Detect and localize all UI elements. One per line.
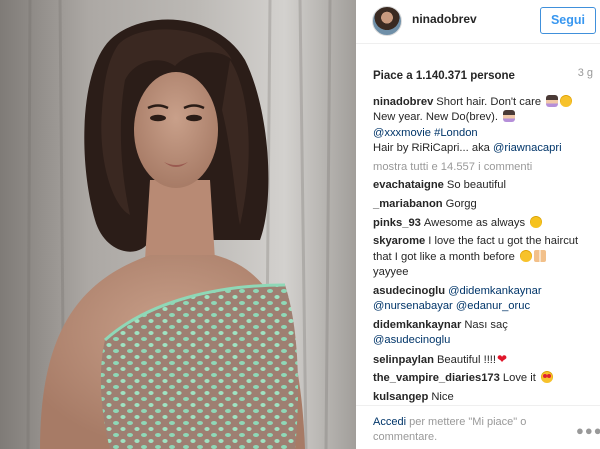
hashtag-link[interactable]: #London — [434, 127, 478, 139]
caption-line2: New year. New Do(brev). — [373, 111, 498, 124]
post-footer: Accedi per mettere "Mi piace" o commenta… — [356, 405, 600, 449]
comment-text: Beautiful !!!! — [436, 353, 497, 366]
login-prompt: Accedi per mettere "Mi piace" o commenta… — [373, 415, 563, 445]
smile-emoji-icon — [560, 95, 573, 107]
comment: evachataigne So beautiful — [373, 178, 593, 193]
mention-link[interactable]: @xxxmovie — [373, 127, 431, 139]
post-side-panel: ninadobrev Segui Piace a 1.140.371 perso… — [356, 0, 600, 449]
victory-hand-icon — [533, 249, 546, 262]
comment: kulsangep Nice — [373, 390, 593, 405]
follow-button[interactable]: Segui — [540, 7, 596, 34]
comment-text: Gorgg — [445, 198, 477, 210]
caption-line1: Short hair. Don't care — [436, 96, 542, 108]
heart-icon: ❤ — [497, 351, 508, 366]
comment-username[interactable]: pinks_93 — [373, 217, 421, 229]
post-time[interactable]: 3 g — [578, 67, 593, 79]
tongue-emoji-icon — [519, 249, 532, 262]
comment-username[interactable]: _mariabanon — [373, 198, 443, 210]
comment: skyarome I love the fact u got the haircu… — [373, 234, 593, 280]
woman-emoji-icon — [546, 95, 559, 107]
woman-emoji-icon — [503, 110, 516, 123]
username-link[interactable]: ninadobrev — [412, 12, 477, 26]
likes-count[interactable]: Piace a 1.140.371 persone — [373, 70, 515, 82]
mention-link[interactable]: @edanur_oruc — [456, 300, 530, 312]
caption-hair-by: Hair by RiRiCapri... aka — [373, 142, 490, 155]
caption-username[interactable]: ninadobrev — [373, 96, 433, 108]
mention-link[interactable]: @nursenabayar — [373, 300, 453, 312]
mention-link[interactable]: @riawnacapri — [493, 142, 562, 154]
comment-username[interactable]: the_vampire_diaries173 — [373, 372, 500, 384]
heart-eyes-emoji-icon — [540, 371, 553, 384]
comment-text: Awesome as always — [423, 216, 526, 229]
more-options-icon[interactable]: ●●● — [576, 423, 600, 438]
comment-username[interactable]: selinpaylan — [373, 354, 434, 366]
post-header: ninadobrev Segui — [356, 0, 600, 44]
comment: asudecinoglu @didemkankaynar @nursenabaya… — [373, 284, 593, 315]
show-all-comments-link[interactable]: mostra tutti e 14.557 i commenti — [373, 160, 593, 175]
comment: _mariabanon Gorgg — [373, 197, 593, 212]
comment-text: Nice — [431, 390, 454, 403]
likes-row: Piace a 1.140.371 persone 3 g — [373, 66, 595, 82]
caption: ninadobrev Short hair. Don't care New yea… — [373, 95, 593, 157]
comment: pinks_93 Awesome as always — [373, 215, 593, 231]
comment: selinpaylan Beautiful !!!!❤ — [373, 352, 593, 368]
comment: didemkankaynar Nası saç @asudecinoglu — [373, 318, 593, 349]
comments-list: ninadobrev Short hair. Don't care New yea… — [373, 95, 593, 408]
mention-link[interactable]: @asudecinoglu — [373, 334, 450, 346]
comment-username[interactable]: skyarome — [373, 235, 425, 247]
comment-text: So beautiful — [446, 179, 506, 192]
avatar[interactable] — [372, 6, 402, 36]
comment-username[interactable]: evachataigne — [373, 179, 444, 191]
post-photo-drawing — [0, 0, 356, 449]
comment-text: Nası saç — [464, 318, 508, 331]
login-link[interactable]: Accedi — [373, 416, 406, 428]
comment-text-continued: yayyee — [373, 266, 409, 278]
comment-username[interactable]: didemkankaynar — [373, 319, 461, 331]
post-photo[interactable] — [0, 0, 356, 449]
comment-username[interactable]: asudecinoglu — [373, 285, 445, 297]
mention-link[interactable]: @didemkankaynar — [448, 285, 541, 297]
grin-emoji-icon — [530, 215, 543, 228]
comment-username[interactable]: kulsangep — [373, 391, 428, 403]
comment: the_vampire_diaries173 Love it — [373, 371, 593, 386]
comment-text: Love it — [502, 372, 536, 385]
